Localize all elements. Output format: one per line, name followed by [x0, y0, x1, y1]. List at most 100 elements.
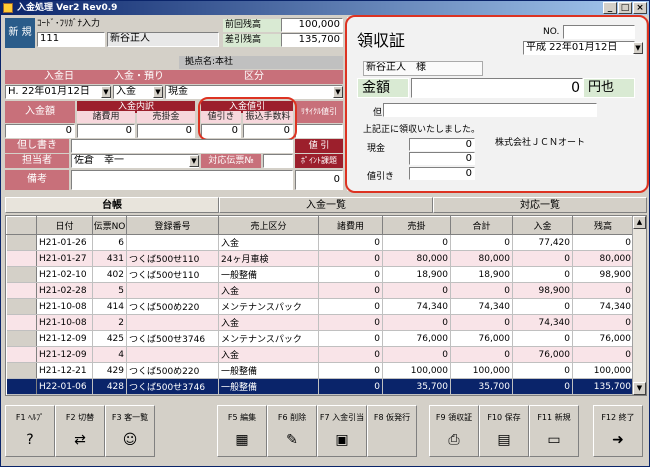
- table-row[interactable]: H21-12-09 425 つくば500せ3746 メンテナンスパック 0 76,000 7…: [6, 330, 634, 347]
- row-header[interactable]: [6, 250, 37, 267]
- tab-bar: 台帳 入金一覧 対応一覧: [5, 197, 647, 213]
- rebate-label: ﾘｻｲｸﾙ値引: [295, 101, 343, 123]
- column-header[interactable]: 残高: [572, 216, 634, 235]
- table-cell: 0: [572, 282, 634, 299]
- table-cell: 24ヶ月車検: [218, 250, 319, 267]
- table-cell: 0: [450, 346, 513, 363]
- counter-slip-input[interactable]: [263, 154, 293, 168]
- row-header[interactable]: [6, 362, 37, 379]
- fkey-button[interactable]: F8 仮発行: [367, 405, 417, 457]
- minimize-button[interactable]: _: [603, 2, 617, 14]
- diff-balance-label: 差引残高: [223, 34, 281, 47]
- row-header[interactable]: [6, 298, 37, 315]
- counter-slip-label: 対応伝票№: [201, 154, 261, 168]
- fkey-button[interactable]: F9 領収証 ⎙: [429, 405, 479, 457]
- row-header[interactable]: [6, 346, 37, 363]
- table-cell: 0: [318, 250, 383, 267]
- tab-ledger[interactable]: 台帳: [5, 197, 219, 213]
- sales-input[interactable]: 0: [137, 124, 195, 138]
- row-header[interactable]: [6, 314, 37, 331]
- prev-balance-label: 前回残高: [223, 19, 281, 32]
- type-dropdown-icon[interactable]: ▼: [153, 86, 163, 98]
- fkey-button[interactable]: F5 編集 ▦: [217, 405, 267, 457]
- column-header[interactable]: 諸費用: [318, 216, 383, 235]
- fkey-button[interactable]: F2 切替 ⇄: [55, 405, 105, 457]
- table-row[interactable]: H21-01-26 6 入金 0 0 0 77,420 0: [6, 234, 634, 251]
- table-row[interactable]: H21-02-28 5 入金 0 0 0 98,900 0: [6, 282, 634, 299]
- diff-balance-value: 135,700: [281, 33, 343, 47]
- table-cell: 98,900: [572, 266, 634, 283]
- fkey-button[interactable]: F7 入金引当 ▣: [317, 405, 367, 457]
- vertical-scrollbar[interactable]: ▲ ▼: [632, 216, 646, 395]
- note-label: 但し書き: [5, 139, 69, 153]
- table-row[interactable]: H22-01-06 428 つくば500せ3746 一般整備 0 35,700 35,700…: [6, 378, 634, 395]
- table-row[interactable]: H21-01-27 431 つくば500せ110 24ヶ月車検 0 80,000 80,00…: [6, 250, 634, 267]
- column-header[interactable]: 登録番号: [126, 216, 219, 235]
- staff-label: 担当者: [5, 154, 69, 168]
- table-cell: 414: [92, 298, 127, 315]
- tab-correspondence-list[interactable]: 対応一覧: [433, 197, 647, 213]
- app-icon: [3, 3, 13, 13]
- table-cell: 100,000: [572, 362, 634, 379]
- table-cell: 一般整備: [218, 362, 319, 379]
- remarks-input[interactable]: [71, 170, 293, 190]
- fkey-button[interactable]: F10 保存 ▤: [479, 405, 529, 457]
- table-cell: 入金: [218, 346, 319, 363]
- fkey-button[interactable]: F3 客一覧 ☺: [105, 405, 155, 457]
- fkey-button[interactable]: F6 削除 ✎: [267, 405, 317, 457]
- column-header[interactable]: 合計: [450, 216, 513, 235]
- close-button[interactable]: ×: [633, 2, 647, 14]
- table-row[interactable]: H21-10-08 2 入金 0 0 0 74,340 0: [6, 314, 634, 331]
- fee-input[interactable]: 0: [77, 124, 135, 138]
- staff-select[interactable]: 佐倉 幸一: [71, 154, 199, 168]
- scroll-down-icon[interactable]: ▼: [633, 382, 646, 395]
- table-cell: H21-10-08: [36, 314, 93, 331]
- fkey-button[interactable]: F1 ﾍﾙﾌﾟ?: [5, 405, 55, 457]
- row-header[interactable]: [6, 266, 37, 283]
- staff-dropdown-icon[interactable]: ▼: [189, 155, 199, 167]
- table-cell: 76,000: [450, 330, 513, 347]
- column-header[interactable]: 日付: [36, 216, 93, 235]
- tab-payment-list[interactable]: 入金一覧: [219, 197, 433, 213]
- fkey-label: F10 保存: [487, 413, 521, 422]
- column-header[interactable]: 伝票NO: [92, 216, 127, 235]
- amount-input[interactable]: 0: [5, 124, 75, 138]
- fkey-button[interactable]: F11 新規 ▭: [529, 405, 579, 457]
- row-header[interactable]: [6, 378, 37, 395]
- table-cell: 425: [92, 330, 127, 347]
- note-input[interactable]: [71, 139, 293, 153]
- rebate-input[interactable]: [295, 124, 343, 138]
- table-row[interactable]: H21-10-08 414 つくば500め220 メンテナンスパック 0 74,340 74…: [6, 298, 634, 315]
- row-header[interactable]: [6, 282, 37, 299]
- edit-icon: ▦: [235, 432, 249, 448]
- column-header[interactable]: 売上区分: [218, 216, 319, 235]
- customer-name-field: 新谷正人: [107, 32, 219, 47]
- table-row[interactable]: H21-12-09 4 入金 0 0 0 76,000 0: [6, 346, 634, 363]
- table-cell: [126, 234, 219, 251]
- category-dropdown-icon[interactable]: ▼: [333, 86, 343, 98]
- customer-code-input[interactable]: 111: [37, 32, 105, 47]
- column-header[interactable]: 入金: [512, 216, 573, 235]
- fkey-label: F3 客一覧: [111, 413, 149, 422]
- maximize-button[interactable]: □: [618, 2, 632, 14]
- fkey-label: F1 ﾍﾙﾌﾟ: [15, 413, 45, 422]
- scroll-up-icon[interactable]: ▲: [633, 216, 646, 229]
- table-cell: 402: [92, 266, 127, 283]
- date-input[interactable]: H. 22年01月12日: [5, 85, 111, 99]
- sales-label: 売掛金: [137, 111, 195, 123]
- table-cell: 77,420: [512, 234, 573, 251]
- table-row[interactable]: H21-12-21 429 つくば500め220 一般整備 0 100,000 100,00…: [6, 362, 634, 379]
- row-header[interactable]: [6, 330, 37, 347]
- discount-highlight: [198, 97, 297, 141]
- table-header-row: 日付 伝票NO 登録番号 売上区分 諸費用 売掛 合計 入金 残高: [6, 216, 634, 235]
- table-cell: 0: [318, 346, 383, 363]
- row-header[interactable]: [6, 234, 37, 251]
- table-cell: 74,340: [572, 298, 634, 315]
- date-label: 入金日: [5, 70, 113, 84]
- allocate-icon: ▣: [335, 432, 349, 448]
- column-header[interactable]: 売掛: [382, 216, 451, 235]
- fkey-button[interactable]: F12 終了 ➜: [593, 405, 643, 457]
- table-row[interactable]: H21-02-10 402 つくば500せ110 一般整備 0 18,900 18,900 0…: [6, 266, 634, 283]
- date-dropdown-icon[interactable]: ▼: [101, 86, 111, 98]
- table-cell: 0: [512, 362, 573, 379]
